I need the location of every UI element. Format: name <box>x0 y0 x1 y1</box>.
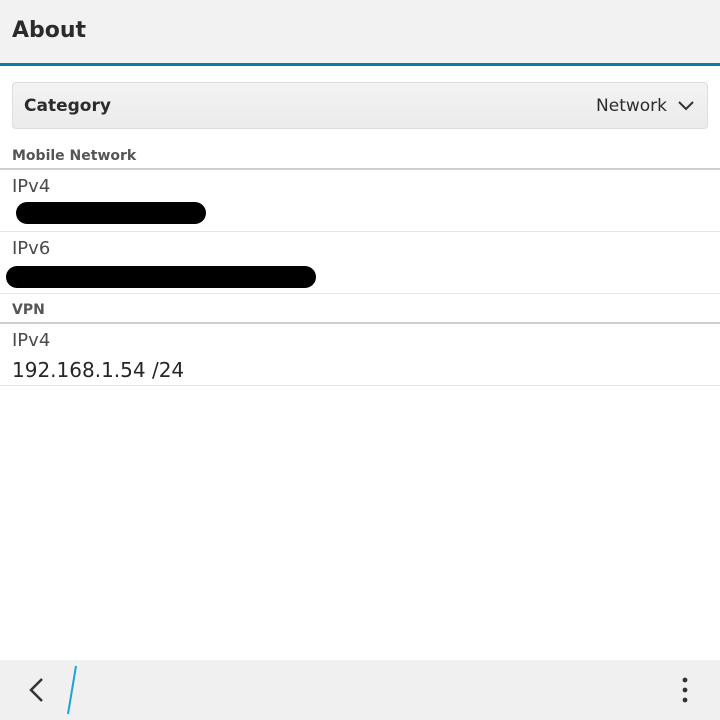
item-label: IPv6 <box>12 238 51 259</box>
title-bar: About <box>0 0 720 66</box>
action-bar <box>0 660 720 720</box>
item-label: IPv4 <box>12 176 51 197</box>
section-title: Mobile Network <box>12 148 137 164</box>
section-header-vpn: VPN <box>0 300 720 324</box>
category-dropdown[interactable]: Category Network <box>12 82 708 129</box>
page-title: About <box>12 18 87 43</box>
item-value: 192.168.1.54 /24 <box>12 358 185 382</box>
redacted-value <box>16 202 206 224</box>
list-item-mobile-ipv6[interactable]: IPv6 <box>0 232 720 294</box>
chevron-down-icon <box>678 101 694 111</box>
section-title: VPN <box>12 302 45 318</box>
more-vertical-icon[interactable] <box>670 672 700 708</box>
section-header-mobile-network: Mobile Network <box>0 146 720 170</box>
list-item-vpn-ipv4[interactable]: IPv4 192.168.1.54 /24 <box>0 324 720 386</box>
action-bar-divider <box>67 665 77 715</box>
category-selected-value: Network <box>596 96 667 116</box>
redacted-value <box>6 266 316 288</box>
chevron-left-icon[interactable] <box>18 672 54 708</box>
item-label: IPv4 <box>12 330 51 351</box>
list-item-mobile-ipv4[interactable]: IPv4 <box>0 170 720 232</box>
category-label: Category <box>24 96 111 116</box>
